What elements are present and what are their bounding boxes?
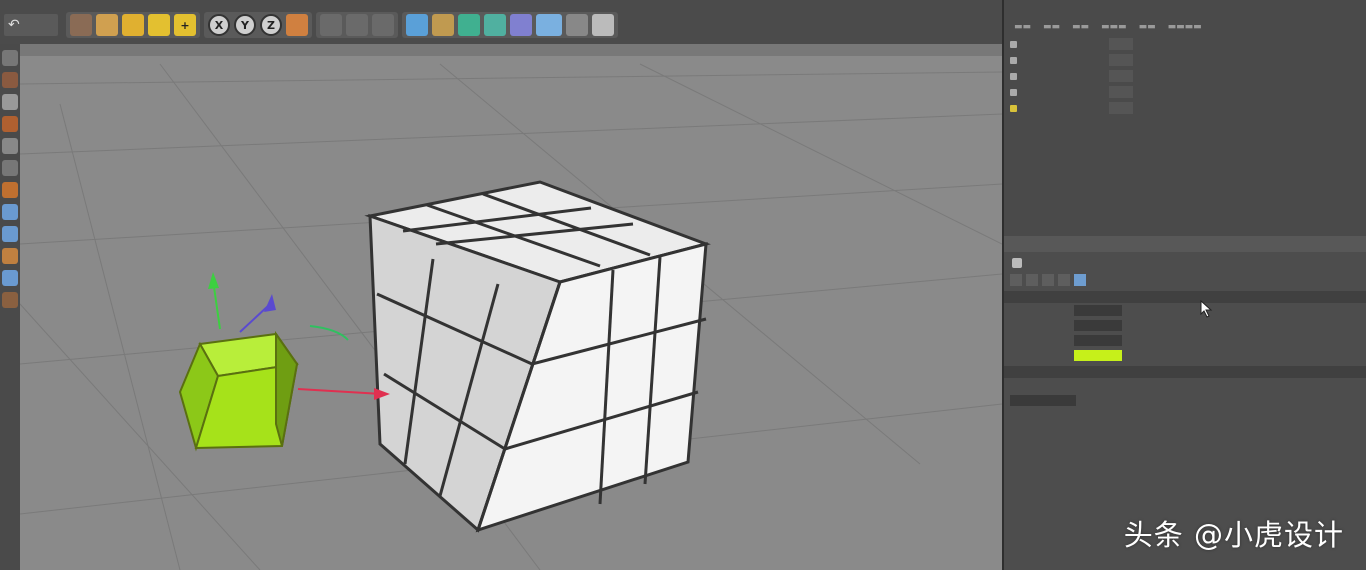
perspective-viewport[interactable] [20,44,1002,570]
object-icon [1010,104,1017,112]
color-swatch[interactable] [1074,350,1122,361]
toolbar-row: ↶ + X Y Z [0,8,1002,42]
object-icon [1010,88,1017,96]
param-row-color[interactable] [1004,348,1366,363]
object-manager-menu: ▬▬ ▬▬ ▬▬ ▬▬▬ ▬▬ ▬▬▬▬ [1004,0,1366,36]
palette-tool-6[interactable] [2,160,18,176]
live-selection-icon[interactable] [70,14,92,36]
param-row[interactable] [1004,333,1366,348]
scale-icon[interactable] [122,14,144,36]
coordinate-system-icon[interactable] [286,14,308,36]
palette-tool-5[interactable] [2,138,18,154]
camera-icon[interactable] [566,14,588,36]
tab-basic[interactable] [1010,274,1022,286]
section-header [1004,291,1366,303]
object-icon [1010,56,1017,64]
left-tool-palette [0,44,20,570]
object-icon [1010,40,1017,48]
object-row[interactable] [1004,84,1366,100]
section-header [1004,366,1366,378]
param-field[interactable] [1074,335,1122,346]
watermark: 头条 @小虎设计 [1123,518,1344,552]
object-row[interactable] [1004,36,1366,52]
axis-y-icon[interactable]: Y [234,14,256,36]
render-view-icon[interactable] [320,14,342,36]
palette-tool-9[interactable] [2,226,18,242]
palette-tool-7[interactable] [2,182,18,198]
palette-tool-3[interactable] [2,94,18,110]
tool-group-axis: X Y Z [204,12,312,38]
deformer-icon[interactable] [510,14,532,36]
object-row[interactable] [1004,68,1366,84]
tab-active[interactable] [1074,274,1086,286]
palette-tool-10[interactable] [2,248,18,264]
selected-green-cube[interactable] [178,330,299,452]
top-toolbar: ↶ + X Y Z [0,0,1002,44]
render-picture-icon[interactable] [346,14,368,36]
om-menu-item[interactable]: ▬▬▬▬ [1168,22,1202,32]
object-icon [1010,72,1017,80]
tab-object[interactable] [1042,274,1054,286]
tab-shading[interactable] [1058,274,1070,286]
om-menu-item[interactable]: ▬▬ [1072,22,1089,32]
undo-icon[interactable]: ↶ [4,14,58,36]
object-type-icon [1012,258,1022,268]
white-cube-array[interactable] [364,180,711,533]
axis-z-icon[interactable]: Z [260,14,282,36]
viewport-scene [20,63,1002,570]
light-icon[interactable] [592,14,614,36]
generator-icon[interactable] [458,14,480,36]
palette-tool-12[interactable] [2,292,18,308]
array-icon[interactable] [484,14,506,36]
param-row[interactable] [1004,378,1366,393]
om-menu-item[interactable]: ▬▬ [1014,22,1031,32]
attribute-title [1004,252,1366,274]
palette-tool-8[interactable] [2,204,18,220]
add-icon[interactable]: + [174,14,196,36]
param-field[interactable] [1074,320,1122,331]
cube-primitive-icon[interactable] [406,14,428,36]
rotate-icon[interactable] [148,14,170,36]
object-list [1004,36,1366,116]
attribute-tabs [1004,274,1366,288]
render-settings-icon[interactable] [372,14,394,36]
pen-icon[interactable] [432,14,454,36]
param-row[interactable] [1004,318,1366,333]
param-field[interactable] [1074,305,1122,316]
palette-tool-4[interactable] [2,116,18,132]
object-row-selected[interactable] [1004,100,1366,116]
cursor-icon [1200,300,1213,318]
om-menu-item[interactable]: ▬▬ [1043,22,1060,32]
param-row[interactable] [1004,393,1366,408]
right-panel: ▬▬ ▬▬ ▬▬ ▬▬▬ ▬▬ ▬▬▬▬ [1002,0,1366,570]
tool-group-objects [402,12,618,38]
tool-group-transform: + [66,12,200,38]
tab-coord[interactable] [1026,274,1038,286]
palette-tool-2[interactable] [2,72,18,88]
move-icon[interactable] [96,14,118,36]
om-menu-item[interactable]: ▬▬ [1139,22,1156,32]
om-menu-item[interactable]: ▬▬▬ [1101,22,1127,32]
palette-tool-1[interactable] [2,50,18,66]
palette-tool-11[interactable] [2,270,18,286]
scene-floor-icon[interactable] [536,14,562,36]
tool-group-render [316,12,398,38]
attribute-menu [1004,236,1366,252]
object-row[interactable] [1004,52,1366,68]
param-row[interactable] [1004,303,1366,318]
axis-x-icon[interactable]: X [208,14,230,36]
param-button[interactable] [1010,395,1076,406]
